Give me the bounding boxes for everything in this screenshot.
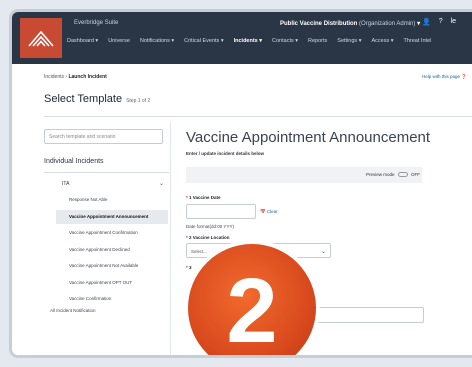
text-input[interactable] xyxy=(308,307,424,323)
help-circle-icon: ❓ xyxy=(461,74,467,79)
chevron-down-icon: ⌄ xyxy=(158,181,164,187)
location-select-value: Select... xyxy=(191,249,208,254)
divider xyxy=(44,116,472,117)
help-link-label: Help with this page xyxy=(422,74,461,79)
preview-toggle[interactable] xyxy=(397,172,408,178)
vaccine-date-label-text: 1 Vaccine Date xyxy=(189,195,221,200)
top-bar: Everbridge Suite Public Vaccine Distribu… xyxy=(12,12,472,64)
nav-item[interactable]: Threat Intel xyxy=(404,38,432,44)
page-title: Select Template Step 1 of 2 xyxy=(44,93,150,105)
nav-item[interactable]: Reports xyxy=(308,38,327,44)
breadcrumb: Incidents › Launch Incident xyxy=(44,74,107,80)
chevron-down-icon: ▾ xyxy=(417,21,421,27)
help-icon[interactable]: ? xyxy=(439,18,443,26)
help-link[interactable]: Help with this page ❓ xyxy=(422,74,467,80)
preview-mode[interactable]: Preview mode OFF xyxy=(366,172,421,178)
vaccine-location-label: * 2 Vaccine Location xyxy=(186,235,230,240)
page-title-text: Select Template xyxy=(44,93,123,105)
vaccine-date-label: * 1 Vaccine Date xyxy=(186,195,221,200)
chevron-down-icon: ⌄ xyxy=(321,249,327,255)
calendar-icon[interactable]: 📅 xyxy=(260,209,266,214)
user-initials[interactable]: le xyxy=(451,18,456,26)
clear-date-button[interactable]: 📅 Clear xyxy=(260,209,278,215)
folder-label: ITA xyxy=(62,181,70,187)
vaccine-location-label-text: 2 Vaccine Location xyxy=(189,235,230,240)
brand-name: Everbridge Suite xyxy=(74,20,119,26)
section-divider xyxy=(44,172,169,173)
template-item[interactable]: Response Not Able xyxy=(56,193,168,207)
org-name: Public Vaccine Distribution xyxy=(280,21,358,27)
breadcrumb-current: Launch Incident xyxy=(68,74,107,80)
template-item[interactable]: Vaccine Appointment Not Available xyxy=(56,259,168,273)
org-role: (Organization Admin) xyxy=(359,21,416,27)
all-incidents-item[interactable]: All Incident Notification xyxy=(50,308,96,313)
everbridge-logo-icon xyxy=(28,30,54,47)
template-folder[interactable]: ITA ⌄ xyxy=(50,177,168,191)
nav-item[interactable]: Dashboard ▾ xyxy=(67,38,98,44)
organization-title[interactable]: Public Vaccine Distribution (Organizatio… xyxy=(280,20,420,27)
column-divider xyxy=(170,122,171,355)
step-number-badge: 2 xyxy=(188,244,316,355)
nav-item[interactable]: Critical Events ▾ xyxy=(184,38,223,44)
brand-logo[interactable] xyxy=(20,18,62,58)
preview-label: Preview mode xyxy=(366,172,395,177)
nav-item[interactable]: Incidents ▾ xyxy=(234,38,262,44)
template-item[interactable]: Vaccine Appointment Confirmation xyxy=(56,226,168,240)
breadcrumb-parent[interactable]: Incidents xyxy=(44,74,64,80)
date-format-hint: Date format(dd:00 YYY) xyxy=(186,224,234,229)
form-subtitle: Enter / update incident details below xyxy=(186,151,265,156)
template-item[interactable]: Vaccine Confirmation xyxy=(56,292,168,306)
nav-item[interactable]: Access ▾ xyxy=(371,38,393,44)
template-item[interactable]: Vaccine Appointment OPT OUT xyxy=(56,276,168,290)
clear-label: Clear xyxy=(266,209,278,214)
nav-item[interactable]: Contacts ▾ xyxy=(272,38,298,44)
step-number: 2 xyxy=(226,260,278,355)
template-item[interactable]: Vaccine Appointment Announcement xyxy=(56,209,168,224)
breadcrumb-separator: › xyxy=(65,74,68,80)
template-item[interactable]: Vaccine Appointment Declined xyxy=(56,243,168,257)
field-3-label-text: 3 xyxy=(189,265,192,270)
main-nav: Dashboard ▾ Universe Notifications ▾ Critic… xyxy=(67,38,431,44)
vaccine-date-input[interactable] xyxy=(186,204,256,219)
preview-state: OFF xyxy=(411,172,421,177)
step-indicator: Step 1 of 2 xyxy=(126,98,151,104)
user-icon[interactable]: 👤 xyxy=(422,18,431,26)
nav-item[interactable]: Settings ▾ xyxy=(337,38,361,44)
section-title: Individual Incidents xyxy=(44,158,104,165)
nav-item[interactable]: Universe xyxy=(108,38,130,44)
template-search-input[interactable]: Search template and scenario xyxy=(44,129,163,144)
form-title: Vaccine Appointment Announcement xyxy=(186,129,431,146)
field-3-label: * 3 xyxy=(186,265,192,270)
top-icons: 👤 ? le xyxy=(422,18,456,26)
nav-item[interactable]: Notifications ▾ xyxy=(140,38,174,44)
app-window: Everbridge Suite Public Vaccine Distribu… xyxy=(12,12,472,355)
